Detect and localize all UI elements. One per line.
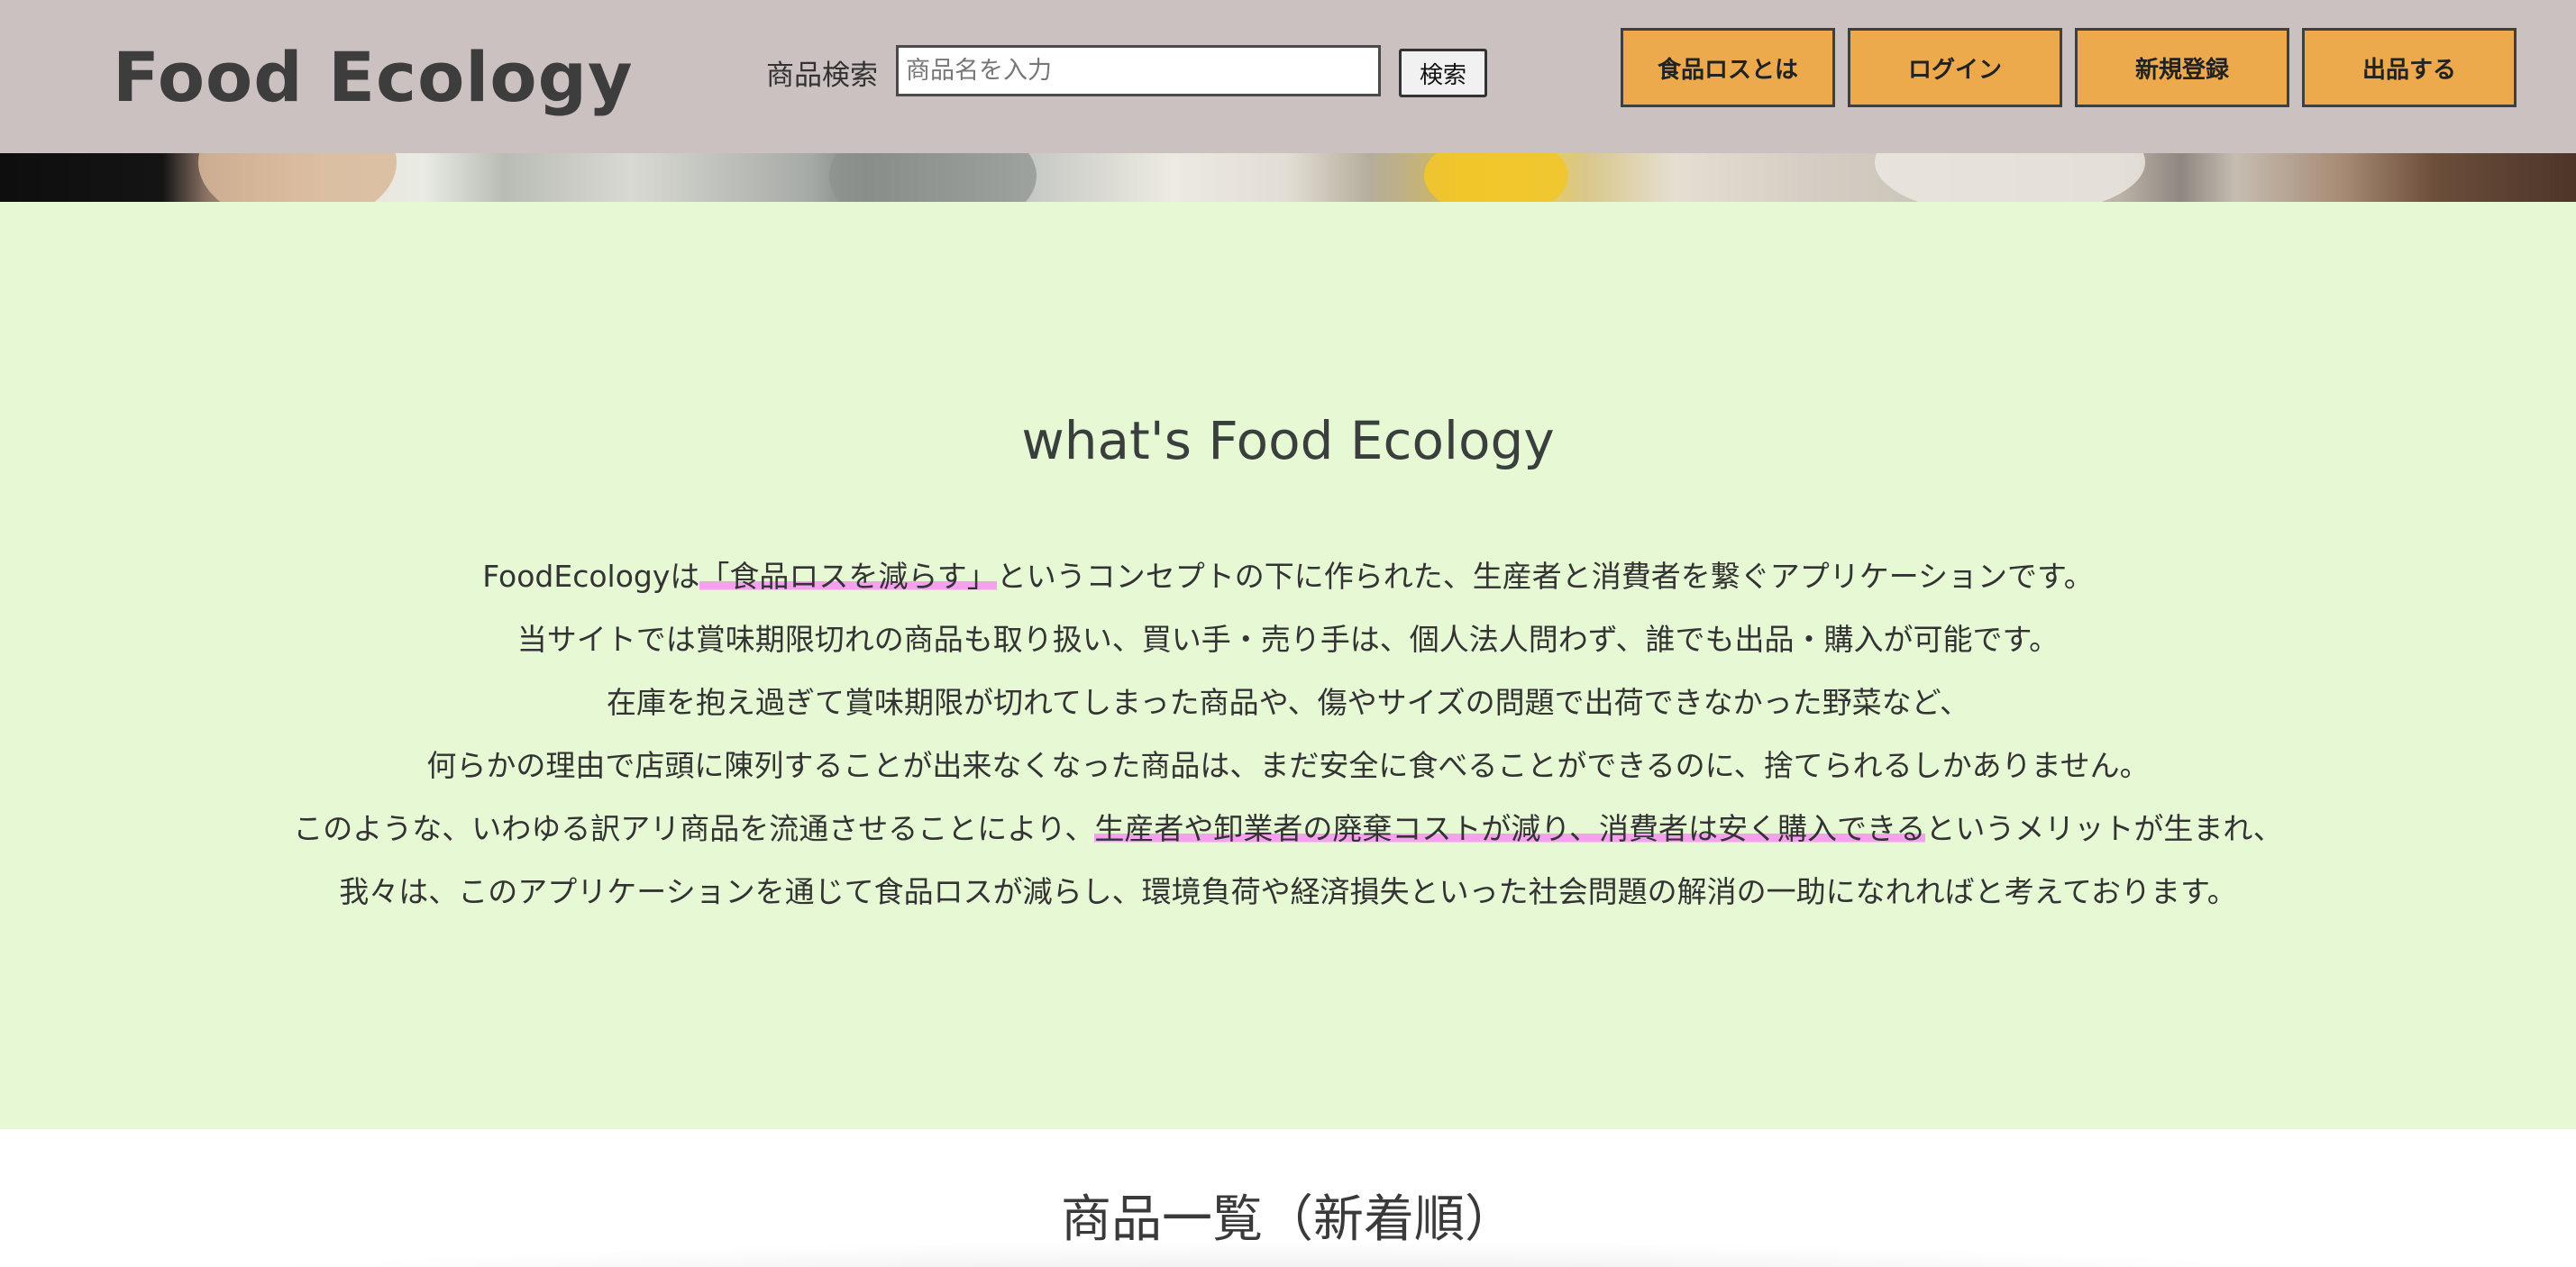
products-section: 商品一覧（新着順） <box>0 1129 2576 1267</box>
search-button[interactable]: 検索 <box>1399 49 1487 97</box>
about-line-2: 当サイトでは賞味期限切れの商品も取り扱い、買い手・売り手は、個人法人問わず、誰で… <box>0 619 2576 661</box>
hero-image <box>0 153 2576 202</box>
about-line-5-text: このような、いわゆる訳アリ商品を流通させることにより、 <box>293 811 1095 846</box>
about-line-1: FoodEcologyは「食品ロスを減らす」というコンセプトの下に作られた、生産… <box>0 556 2576 597</box>
nav-login-button[interactable]: ログイン <box>1848 28 2062 107</box>
about-line-5-text-end: というメリットが生まれ、 <box>1925 811 2283 846</box>
about-line-2-text: 当サイトでは賞味期限切れの商品も取り扱い、買い手・売り手は、個人法人問わず、誰で… <box>516 622 2060 657</box>
search-input[interactable] <box>896 45 1381 96</box>
about-line-6: 我々は、このアプリケーションを通じて食品ロスが減らし、環境負荷や経済損失といった… <box>0 871 2576 913</box>
about-line-5-highlight: 生産者や卸業者の廃棄コストが減り、消費者は安く購入できる <box>1094 811 1926 846</box>
hero-image-bowl-shape <box>198 153 397 202</box>
about-line-4-text: 何らかの理由で店頭に陳列することが出来なくなった商品は、まだ安全に食べることがで… <box>426 748 2150 783</box>
about-line-3-text: 在庫を抱え過ぎて賞味期限が切れてしまった商品や、傷やサイズの問題で出荷できなかっ… <box>606 685 1970 720</box>
about-line-1-text-end: というコンセプトの下に作られた、生産者と消費者を繋ぐアプリケーションです。 <box>996 559 2094 594</box>
products-card-shadow <box>0 1240 2576 1267</box>
nav-list-item-button[interactable]: 出品する <box>2302 28 2517 107</box>
about-section: what's Food Ecology FoodEcologyは「食品ロスを減ら… <box>0 202 2576 1129</box>
hero-image-plate-shape <box>1875 153 2145 202</box>
about-line-3: 在庫を抱え過ぎて賞味期限が切れてしまった商品や、傷やサイズの問題で出荷できなかっ… <box>0 682 2576 724</box>
site-header: Food Ecology 商品検索 検索 食品ロスとは ログイン 新規登録 出品… <box>0 0 2576 153</box>
search-label: 商品検索 <box>766 59 878 92</box>
about-title: what's Food Ecology <box>1021 410 1555 471</box>
about-line-5: このような、いわゆる訳アリ商品を流通させることにより、生産者や卸業者の廃棄コスト… <box>0 808 2576 850</box>
about-line-1-highlight: 「食品ロスを減らす」 <box>699 559 997 594</box>
about-line-4: 何らかの理由で店頭に陳列することが出来なくなった商品は、まだ安全に食べることがで… <box>0 745 2576 787</box>
hero-image-glass-shape <box>829 153 1037 202</box>
nav-what-is-food-loss-button[interactable]: 食品ロスとは <box>1621 28 1835 107</box>
about-line-1-text: FoodEcologyは <box>482 559 700 594</box>
site-logo[interactable]: Food Ecology <box>113 34 634 121</box>
about-line-6-text: 我々は、このアプリケーションを通じて食品ロスが減らし、環境負荷や経済損失といった… <box>339 874 2237 909</box>
hero-image-lemon-shape <box>1424 153 1568 202</box>
nav-signup-button[interactable]: 新規登録 <box>2075 28 2289 107</box>
